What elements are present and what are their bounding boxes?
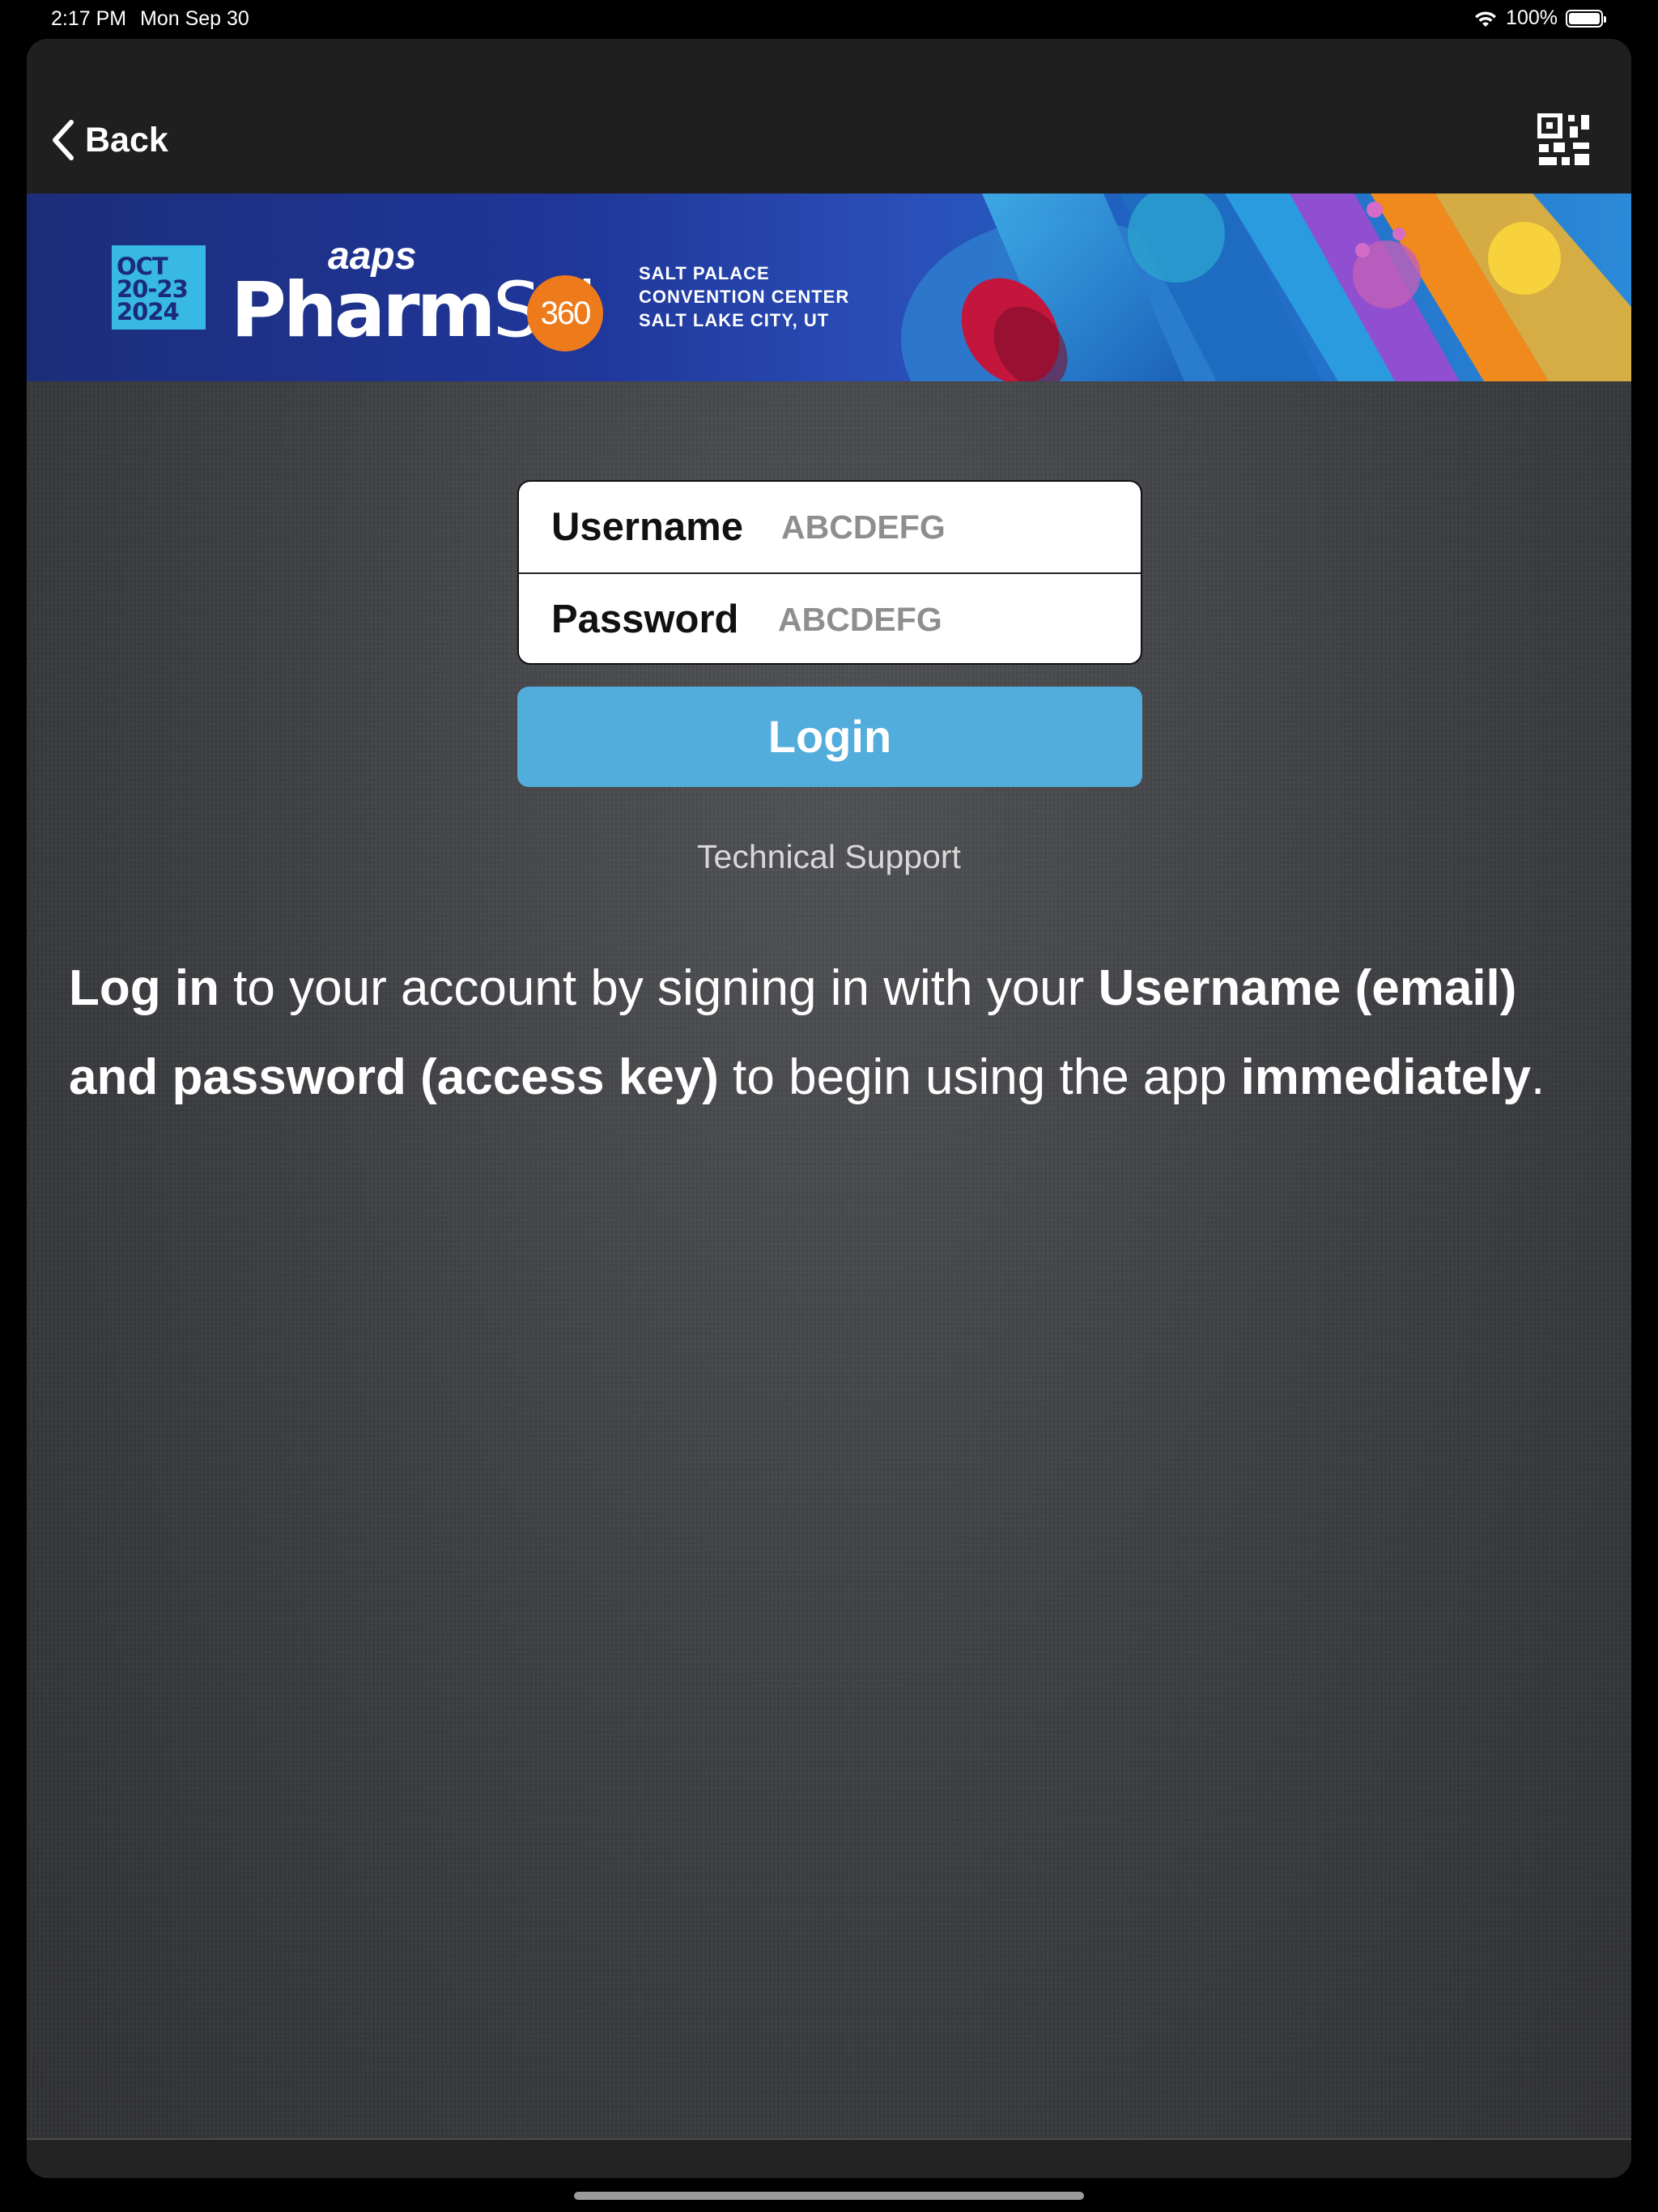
info-bold-immediately: immediately — [1240, 1049, 1531, 1105]
wifi-icon — [1475, 11, 1497, 27]
username-row: Username — [519, 482, 1141, 572]
status-indicators: 100% — [1473, 6, 1606, 30]
battery-percent: 100% — [1506, 6, 1558, 29]
event-date-box: OCT 20-23 2024 — [112, 245, 206, 330]
back-button[interactable]: Back — [51, 116, 168, 164]
info-text-3: . — [1530, 1049, 1545, 1105]
username-label: Username — [551, 505, 743, 549]
login-instructions: Log in to your account by signing in wit… — [69, 944, 1591, 1122]
bottom-toolbar — [27, 2138, 1631, 2178]
password-field[interactable] — [778, 593, 1118, 645]
status-bar: 2:17 PM Mon Sep 30 100% — [0, 0, 1658, 39]
event-year: 2024 — [117, 298, 180, 325]
navigation-bar: Back — [27, 39, 1631, 194]
event-days: 20-23 — [117, 275, 189, 303]
venue-line-1: SALT PALACE — [639, 263, 770, 283]
ipad-screen: 2:17 PM Mon Sep 30 100% Back OCT 20-23 2… — [0, 0, 1658, 2212]
event-banner: OCT 20-23 2024 aaps PharmSci 360 SALT PA… — [27, 194, 1631, 381]
info-text-1: to your account by signing in with your — [219, 960, 1099, 1016]
login-button[interactable]: Login — [517, 687, 1142, 787]
event-month: OCT — [117, 253, 168, 280]
chevron-left-icon — [53, 120, 74, 160]
venue-line-2: CONVENTION CENTER — [639, 287, 850, 307]
technical-support-link[interactable]: Technical Support — [27, 838, 1631, 876]
battery-level — [1569, 12, 1600, 24]
password-row: Password — [519, 572, 1141, 663]
qr-code-scan-icon[interactable] — [1537, 113, 1591, 167]
venue-line-3: SALT LAKE CITY, UT — [639, 310, 830, 330]
event-venue: SALT PALACE CONVENTION CENTER SALT LAKE … — [639, 262, 849, 332]
info-bold-login: Log in — [69, 960, 219, 1016]
brand-360-badge: 360 — [527, 275, 603, 351]
info-text-2: to begin using the app — [718, 1049, 1241, 1105]
status-time: 2:17 PM — [51, 7, 127, 30]
brand-pharm: Pharm — [231, 266, 496, 355]
battery-tip — [1604, 15, 1606, 23]
home-indicator[interactable] — [574, 2192, 1084, 2200]
battery-icon — [1566, 9, 1606, 28]
password-label: Password — [551, 598, 739, 641]
back-label: Back — [85, 120, 168, 160]
app-sheet: Back OCT 20-23 2024 aaps Pharm 360 SALT … — [27, 39, 1631, 2178]
login-form: Username Password — [517, 480, 1142, 665]
username-field[interactable] — [781, 501, 1121, 553]
status-date: Mon Sep 30 — [140, 7, 249, 30]
